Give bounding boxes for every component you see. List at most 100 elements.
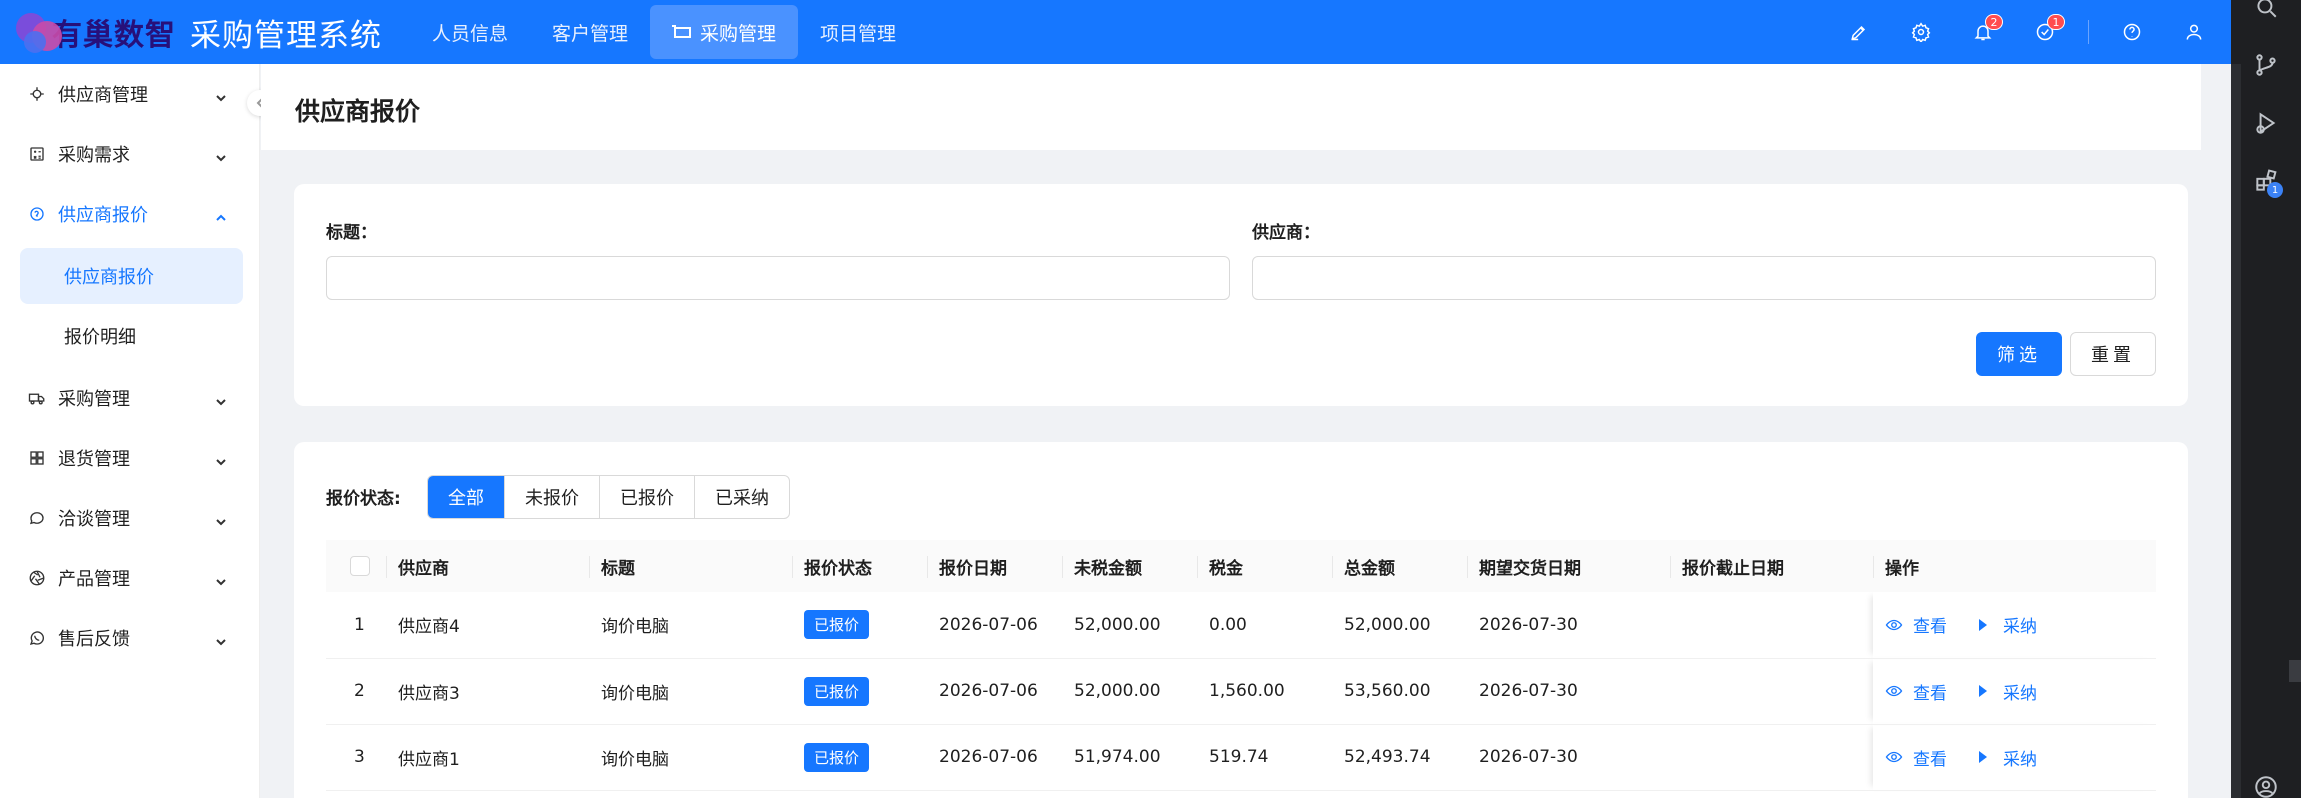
chevron-down-icon xyxy=(215,512,227,526)
sidebar-item-negotiation[interactable]: 洽谈管理 xyxy=(0,488,259,548)
scroll-marker xyxy=(2289,660,2301,682)
reset-button-label: 重置 xyxy=(2091,345,2135,366)
sidebar-item-supplier-mgmt[interactable]: 供应商管理 xyxy=(0,64,259,124)
caret-right-icon xyxy=(1979,751,1987,763)
select-all-cell[interactable] xyxy=(326,540,386,592)
status-segmented-control: 全部 未报价 已报价 已采纳 xyxy=(427,475,790,519)
settings-icon[interactable] xyxy=(1890,0,1952,64)
user-icon[interactable] xyxy=(2163,0,2225,64)
title-filter-input[interactable] xyxy=(326,256,1230,300)
nav-item-customers[interactable]: 客户管理 xyxy=(530,5,650,59)
sidebar-item-label: 采购需求 xyxy=(58,145,130,166)
sidebar-item-procurement[interactable]: 采购管理 xyxy=(0,368,259,428)
option-label: 已报价 xyxy=(620,488,674,509)
view-link[interactable]: 查看 xyxy=(1885,612,1947,637)
nav-label: 采购管理 xyxy=(700,22,777,45)
adopt-link[interactable]: 采纳 xyxy=(1973,745,2037,770)
task-check-icon[interactable]: 1 xyxy=(2014,0,2076,64)
view-label: 查看 xyxy=(1913,683,1947,704)
grid-icon xyxy=(28,449,46,467)
cell-date: 2026-07-06 xyxy=(927,592,1062,659)
cell-date: 2026-07-06 xyxy=(927,658,1062,725)
sidebar-item-supplier-quote[interactable]: 供应商报价 xyxy=(0,184,259,244)
brush-icon[interactable] xyxy=(1828,0,1890,64)
cell-deadline xyxy=(1670,658,1873,725)
nav-item-procurement[interactable]: 采购管理 xyxy=(650,5,799,59)
reset-button[interactable]: 重置 xyxy=(2070,332,2156,376)
cell-status: 已报价 xyxy=(792,592,927,659)
cell-title: 询价电脑 xyxy=(589,724,792,791)
sidebar-subitem-quote-detail[interactable]: 报价明细 xyxy=(20,308,243,364)
help-icon[interactable] xyxy=(2101,0,2163,64)
task-badge: 1 xyxy=(2047,14,2065,30)
run-debug-icon[interactable] xyxy=(2231,94,2301,152)
search-icon[interactable] xyxy=(2231,0,2301,36)
top-header: 有巢数智 采购管理系统 人员信息 客户管理 采购管理 项目管理 2 1 xyxy=(0,0,2231,64)
status-option-all[interactable]: 全部 xyxy=(428,476,504,518)
column-header: 报价状态 xyxy=(792,540,927,592)
nav-item-personnel[interactable]: 人员信息 xyxy=(410,5,530,59)
status-option-adopted[interactable]: 已采纳 xyxy=(694,476,789,518)
nav-item-projects[interactable]: 项目管理 xyxy=(798,5,918,59)
cell-tax: 1,560.00 xyxy=(1197,658,1332,725)
cell-pretax: 51,974.00 xyxy=(1062,724,1197,791)
cell-actions: 查看 采纳 xyxy=(1873,658,2156,725)
column-header: 未税金额 xyxy=(1062,540,1197,592)
sidebar-item-purchase-demand[interactable]: 采购需求 xyxy=(0,124,259,184)
subitem-label: 报价明细 xyxy=(64,327,136,348)
chevron-down-icon xyxy=(215,88,227,102)
column-header: 总金额 xyxy=(1332,540,1467,592)
adopt-link[interactable]: 采纳 xyxy=(1973,612,2037,637)
calculator-icon xyxy=(28,145,46,163)
cell-supplier: 供应商1 xyxy=(386,724,589,791)
logo-mark-icon xyxy=(12,5,74,59)
chevron-down-icon xyxy=(215,572,227,586)
nav-label: 项目管理 xyxy=(820,22,897,45)
status-option-not-quoted[interactable]: 未报价 xyxy=(504,476,599,518)
eye-icon xyxy=(1885,619,1903,630)
filter-button[interactable]: 筛选 xyxy=(1976,332,2062,376)
chevron-down-icon xyxy=(215,632,227,646)
sidebar-item-label: 供应商管理 xyxy=(58,85,148,106)
bell-icon[interactable]: 2 xyxy=(1952,0,2014,64)
subitem-label: 供应商报价 xyxy=(64,267,154,288)
caret-right-icon xyxy=(1979,618,1987,631)
sidebar-item-returns[interactable]: 退货管理 xyxy=(0,428,259,488)
account-icon[interactable] xyxy=(2231,758,2301,798)
quote-list-panel: 报价状态: 全部 未报价 已报价 已采纳 供应商 标题 报价状态 报价日期 未税… xyxy=(294,442,2188,798)
header-divider xyxy=(2088,20,2089,44)
cell-deadline xyxy=(1670,592,1873,659)
cell-total: 53,560.00 xyxy=(1332,658,1467,725)
cart-icon xyxy=(672,25,692,39)
status-filter-label: 报价状态: xyxy=(326,489,401,509)
adopt-link[interactable]: 采纳 xyxy=(1973,679,2037,704)
cell-pretax: 52,000.00 xyxy=(1062,658,1197,725)
cell-pretax: 52,000.00 xyxy=(1062,592,1197,659)
cell-actions: 查看 采纳 xyxy=(1873,724,2156,791)
cell-delivery: 2026-07-30 xyxy=(1467,724,1670,791)
extensions-icon[interactable]: 1 xyxy=(2231,152,2301,210)
source-control-icon[interactable] xyxy=(2231,36,2301,94)
cell-delivery: 2026-07-30 xyxy=(1467,658,1670,725)
header-actions: 2 1 xyxy=(1828,0,2231,64)
select-all-checkbox[interactable] xyxy=(350,556,370,576)
status-option-quoted[interactable]: 已报价 xyxy=(599,476,694,518)
view-link[interactable]: 查看 xyxy=(1885,745,1947,770)
cell-supplier: 供应商3 xyxy=(386,658,589,725)
page-title: 供应商报价 xyxy=(295,97,421,126)
cell-date: 2026-07-06 xyxy=(927,724,1062,791)
sidebar-item-label: 产品管理 xyxy=(58,569,130,590)
sidebar-item-after-sales[interactable]: 售后反馈 xyxy=(0,608,259,668)
row-index: 1 xyxy=(326,592,386,659)
sidebar-item-products[interactable]: 产品管理 xyxy=(0,548,259,608)
logo[interactable]: 有巢数智 采购管理系统 xyxy=(0,0,382,64)
sidebar-subitem-supplier-quote[interactable]: 供应商报价 xyxy=(20,248,243,304)
view-link[interactable]: 查看 xyxy=(1885,679,1947,704)
supplier-filter-input[interactable] xyxy=(1252,256,2156,300)
whatsapp-icon xyxy=(28,629,46,647)
cell-delivery: 2026-07-30 xyxy=(1467,592,1670,659)
chevron-up-icon xyxy=(215,208,227,221)
filter-button-label: 筛选 xyxy=(1997,345,2041,366)
cell-supplier: 供应商4 xyxy=(386,592,589,659)
adopt-label: 采纳 xyxy=(2003,617,2037,638)
